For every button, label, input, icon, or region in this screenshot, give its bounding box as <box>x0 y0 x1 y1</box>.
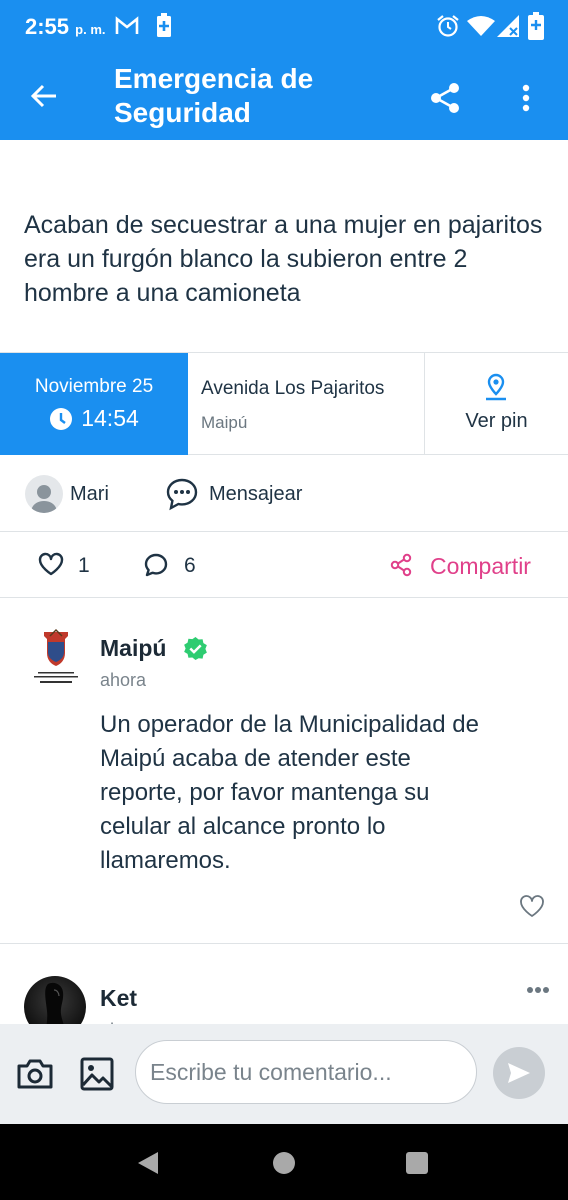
map-pin-icon <box>486 373 506 401</box>
more-vertical-icon <box>522 84 530 112</box>
address-street: Avenida Los Pajaritos <box>201 378 385 399</box>
nav-back-icon[interactable] <box>136 1150 160 1176</box>
user-icon <box>31 485 57 513</box>
share-icon[interactable] <box>389 553 413 577</box>
report-time: 14:54 <box>81 405 139 431</box>
clock-icon <box>50 407 73 430</box>
comment-item: Maipú ahora Un operador de la Municipali… <box>0 598 568 944</box>
comment-count: 6 <box>184 554 196 577</box>
avatar-image <box>45 982 64 1024</box>
message-button[interactable]: Mensajear <box>209 483 302 506</box>
system-nav-bar <box>0 1124 568 1200</box>
verified-badge-icon <box>184 637 207 660</box>
author-avatar[interactable] <box>25 475 63 513</box>
report-time-wrap: 14:54 <box>0 405 188 432</box>
heart-icon[interactable] <box>519 894 545 918</box>
stats-row: 1 6 Compartir <box>0 532 568 598</box>
status-bar: 2:55 p. m. <box>0 0 568 52</box>
battery-icon <box>528 12 544 40</box>
author-name[interactable]: Mari <box>70 483 109 506</box>
date-time-box: Noviembre 25 14:54 <box>0 353 188 455</box>
back-button[interactable] <box>24 76 64 116</box>
alarm-icon <box>437 15 459 37</box>
author-row: Mari Mensajear <box>0 455 568 532</box>
image-icon <box>80 1057 114 1091</box>
comment-input[interactable] <box>135 1040 477 1104</box>
comment-author-name[interactable]: Ket <box>100 985 137 1012</box>
camera-icon <box>17 1059 53 1089</box>
gmail-icon <box>115 16 139 34</box>
app-bar: Emergencia de Seguridad <box>0 52 568 140</box>
more-horizontal-icon[interactable] <box>526 986 550 994</box>
page-title: Emergencia de Seguridad <box>114 63 314 128</box>
send-icon <box>508 1063 530 1083</box>
share-icon <box>431 83 459 113</box>
send-button[interactable] <box>493 1047 545 1099</box>
comment-time: ahora <box>100 670 147 690</box>
report-date: Noviembre 25 <box>34 376 154 397</box>
wifi-icon <box>467 16 495 36</box>
battery-saver-icon <box>157 13 171 37</box>
gallery-button[interactable] <box>78 1054 116 1094</box>
address-city: Maipú <box>201 413 248 432</box>
like-count: 1 <box>78 554 90 577</box>
comment-bar <box>0 1024 568 1124</box>
comment-item: Ket ahora <box>0 944 568 1024</box>
heart-icon[interactable] <box>38 552 64 576</box>
share-button[interactable] <box>424 78 466 118</box>
comment-text: Un operador de la Municipalidad de Maipú… <box>100 711 479 874</box>
view-pin-button[interactable]: Ver pin <box>425 353 568 455</box>
arrow-left-icon <box>30 84 56 108</box>
more-options-button[interactable] <box>508 78 544 118</box>
municipality-logo <box>34 628 78 683</box>
signal-icon <box>497 15 519 37</box>
share-button-label[interactable]: Compartir <box>430 553 531 580</box>
comment-author-avatar[interactable] <box>24 976 86 1024</box>
view-pin-label: Ver pin <box>465 410 528 432</box>
message-icon[interactable] <box>165 477 199 511</box>
report-description: Acaban de secuestrar a una mujer en paja… <box>24 211 543 307</box>
camera-button[interactable] <box>14 1054 56 1094</box>
comment-author-name[interactable]: Maipú <box>100 635 166 662</box>
nav-recents-button[interactable] <box>406 1152 428 1174</box>
comment-icon[interactable] <box>143 552 169 578</box>
nav-home-button[interactable] <box>273 1152 295 1174</box>
address-box[interactable]: Avenida Los Pajaritos Maipú <box>188 353 425 455</box>
report-info-row: Noviembre 25 14:54 Avenida Los Pajaritos… <box>0 352 568 455</box>
status-time: 2:55 p. m. <box>25 14 106 39</box>
